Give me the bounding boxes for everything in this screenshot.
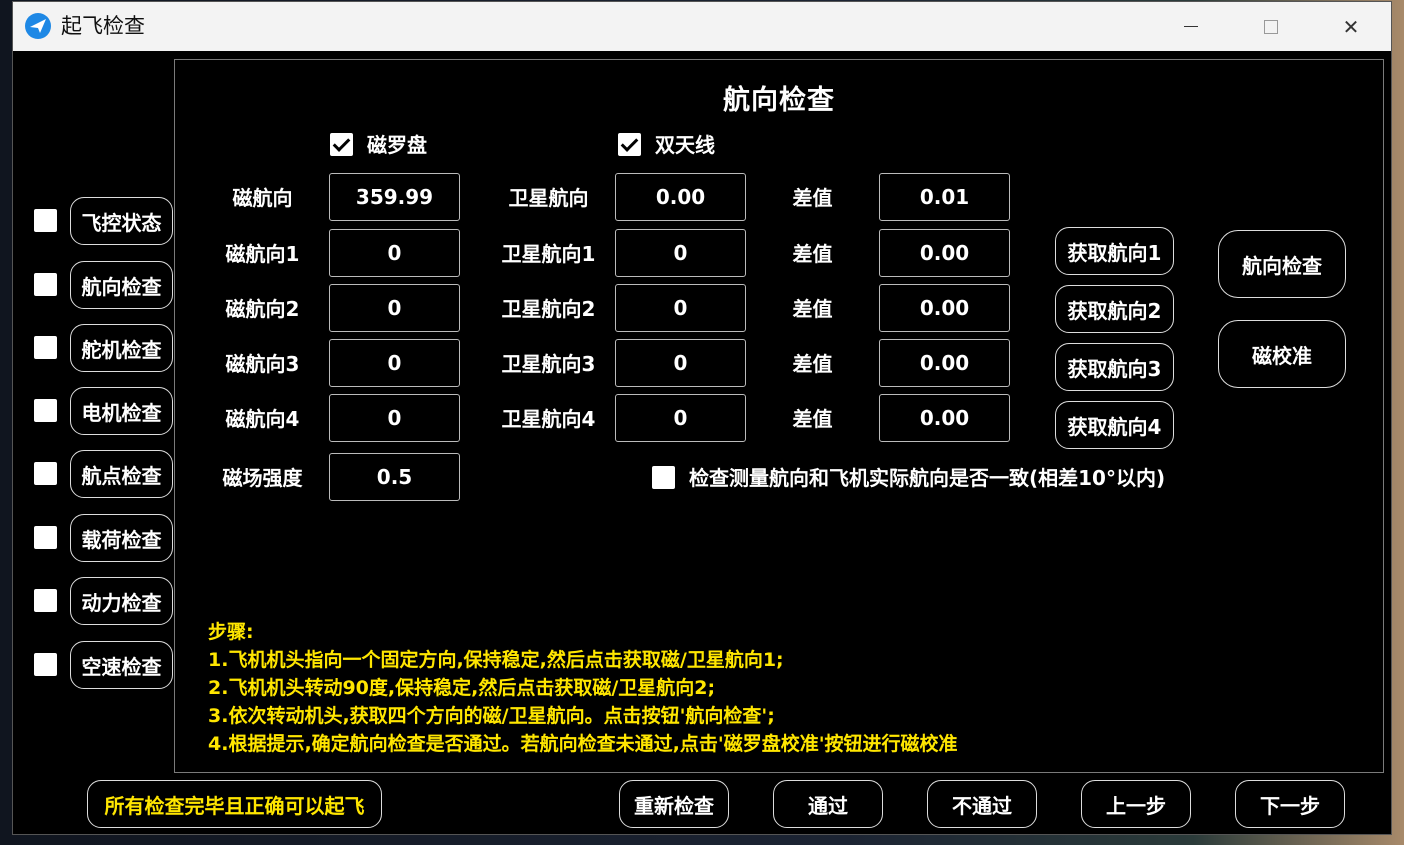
sidebar-checkbox-payload[interactable] xyxy=(34,526,57,549)
get-heading-3-button[interactable]: 获取航向3 xyxy=(1055,343,1174,391)
compass-label: 磁罗盘 xyxy=(367,133,427,157)
mag-heading-3-value: 0 xyxy=(329,339,460,387)
sidebar-item-payload[interactable]: 载荷检查 xyxy=(70,514,173,562)
sidebar-item-waypoint[interactable]: 航点检查 xyxy=(70,450,173,498)
mag-heading-1-label: 磁航向1 xyxy=(225,242,300,266)
next-step-button[interactable]: 下一步 xyxy=(1235,780,1345,828)
close-button[interactable]: ✕ xyxy=(1321,2,1381,51)
sidebar-item-power[interactable]: 动力检查 xyxy=(70,577,173,625)
field-strength-value: 0.5 xyxy=(329,453,460,501)
close-icon: ✕ xyxy=(1342,14,1360,39)
sat-heading-1-label: 卫星航向1 xyxy=(501,242,596,266)
consistency-label: 检查测量航向和飞机实际航向是否一致(相差10°以内) xyxy=(689,466,1166,490)
all-checks-complete-button[interactable]: 所有检查完毕且正确可以起飞 xyxy=(87,780,382,828)
field-strength-label: 磁场强度 xyxy=(222,466,303,490)
diff-1-label: 差值 xyxy=(792,242,833,266)
window-title: 起飞检查 xyxy=(61,14,145,38)
instruction-steps: 步骤: 1.飞机机头指向一个固定方向,保持稳定,然后点击获取磁/卫星航向1; 2… xyxy=(208,618,958,758)
sidebar-checkbox-airspeed[interactable] xyxy=(34,653,57,676)
sidebar-checkbox-servo[interactable] xyxy=(34,336,57,359)
dual-antenna-label: 双天线 xyxy=(655,133,715,157)
diff-4-label: 差值 xyxy=(792,407,833,431)
sat-heading-4-value: 0 xyxy=(615,394,746,442)
previous-step-button[interactable]: 上一步 xyxy=(1081,780,1191,828)
heading-check-panel: 航向检查 磁罗盘 双天线 磁航向 359.99 卫星航向 0.00 差值 0.0… xyxy=(174,59,1384,773)
sidebar-checkbox-flight-control[interactable] xyxy=(34,209,57,232)
sat-heading-1-value: 0 xyxy=(615,229,746,277)
plane-app-icon xyxy=(25,13,51,39)
sidebar-checkbox-waypoint[interactable] xyxy=(34,462,57,485)
sidebar-checkbox-motor[interactable] xyxy=(34,399,57,422)
maximize-button[interactable] xyxy=(1241,2,1301,51)
sidebar-item-airspeed[interactable]: 空速检查 xyxy=(70,641,173,689)
sidebar-checkbox-power[interactable] xyxy=(34,589,57,612)
mag-heading-2-value: 0 xyxy=(329,284,460,332)
diff-value: 0.01 xyxy=(879,173,1010,221)
diff-label: 差值 xyxy=(792,186,833,210)
takeoff-check-window: 起飞检查 ✕ 飞控状态 航向检查 舵机检查 电机检查 航点检查 载荷检查 动力检… xyxy=(12,1,1392,835)
mag-heading-3-label: 磁航向3 xyxy=(225,352,300,376)
mag-heading-label: 磁航向 xyxy=(232,186,293,210)
sat-heading-2-value: 0 xyxy=(615,284,746,332)
get-heading-4-button[interactable]: 获取航向4 xyxy=(1055,401,1174,449)
mag-heading-4-label: 磁航向4 xyxy=(225,407,300,431)
minimize-icon xyxy=(1184,26,1198,27)
compass-checkbox[interactable] xyxy=(330,133,353,156)
fail-button[interactable]: 不通过 xyxy=(927,780,1037,828)
mag-heading-value: 359.99 xyxy=(329,173,460,221)
mag-heading-4-value: 0 xyxy=(329,394,460,442)
mag-heading-2-label: 磁航向2 xyxy=(225,297,300,321)
sat-heading-3-value: 0 xyxy=(615,339,746,387)
maximize-icon xyxy=(1264,19,1278,34)
diff-3-value: 0.00 xyxy=(879,339,1010,387)
recheck-button[interactable]: 重新检查 xyxy=(619,780,729,828)
title-bar: 起飞检查 ✕ xyxy=(13,2,1391,51)
mag-calibration-button[interactable]: 磁校准 xyxy=(1218,320,1346,388)
step-3: 3.依次转动机头,获取四个方向的磁/卫星航向。点击按钮'航向检查'; xyxy=(208,705,775,727)
sat-heading-3-label: 卫星航向3 xyxy=(501,352,596,376)
sidebar-item-motor[interactable]: 电机检查 xyxy=(70,387,173,435)
step-2: 2.飞机机头转动90度,保持稳定,然后点击获取磁/卫星航向2; xyxy=(208,677,716,699)
step-4: 4.根据提示,确定航向检查是否通过。若航向检查未通过,点击'磁罗盘校准'按钮进行… xyxy=(208,733,958,755)
consistency-checkbox[interactable] xyxy=(652,466,675,489)
pass-button[interactable]: 通过 xyxy=(773,780,883,828)
sidebar-item-flight-control[interactable]: 飞控状态 xyxy=(70,197,173,245)
panel-title: 航向检查 xyxy=(723,85,835,116)
sidebar-item-heading[interactable]: 航向检查 xyxy=(70,261,173,309)
heading-check-button[interactable]: 航向检查 xyxy=(1218,230,1346,298)
diff-2-value: 0.00 xyxy=(879,284,1010,332)
get-heading-1-button[interactable]: 获取航向1 xyxy=(1055,227,1174,275)
get-heading-2-button[interactable]: 获取航向2 xyxy=(1055,285,1174,333)
diff-2-label: 差值 xyxy=(792,297,833,321)
sat-heading-value: 0.00 xyxy=(615,173,746,221)
diff-4-value: 0.00 xyxy=(879,394,1010,442)
sat-heading-2-label: 卫星航向2 xyxy=(501,297,596,321)
mag-heading-1-value: 0 xyxy=(329,229,460,277)
step-1: 1.飞机机头指向一个固定方向,保持稳定,然后点击获取磁/卫星航向1; xyxy=(208,649,784,671)
steps-heading: 步骤: xyxy=(208,621,254,643)
sidebar-item-servo[interactable]: 舵机检查 xyxy=(70,324,173,372)
diff-3-label: 差值 xyxy=(792,352,833,376)
dual-antenna-checkbox[interactable] xyxy=(618,133,641,156)
diff-1-value: 0.00 xyxy=(879,229,1010,277)
sidebar-checkbox-heading[interactable] xyxy=(34,273,57,296)
sat-heading-4-label: 卫星航向4 xyxy=(501,407,596,431)
sat-heading-label: 卫星航向 xyxy=(508,186,589,210)
minimize-button[interactable] xyxy=(1161,2,1221,51)
